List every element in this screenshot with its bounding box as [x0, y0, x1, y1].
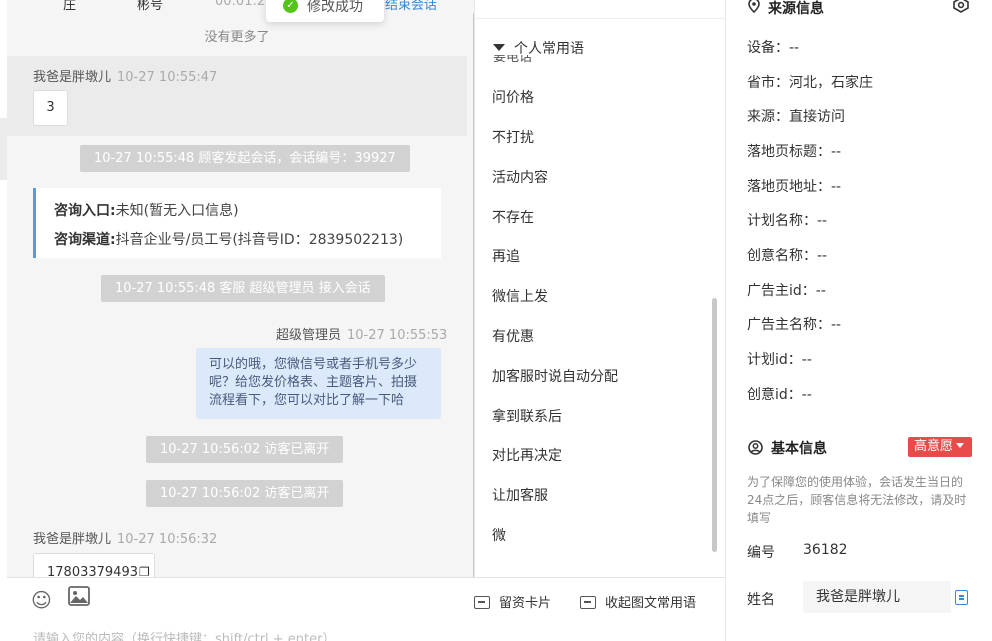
- consult-entry-value: 未知(暂无入口信息): [115, 203, 239, 219]
- sender-name: 我爸是胖墩儿: [33, 70, 112, 85]
- common-phrases-panel: 要电话 个人常用语 问价格 不打扰 活动内容 不存在 再追 微信上发 有优惠 加…: [474, 0, 726, 577]
- lead-card-label: 留资卡片: [499, 596, 552, 611]
- message-input[interactable]: 请输入您的内容（换行快捷键：shift/ctrl + enter）: [33, 628, 336, 641]
- agent-message-line: 可以的哦，您微信号或者手机号多少: [209, 357, 418, 372]
- message-icon: [580, 596, 596, 609]
- edit-hint-text: 为了保障您的使用体验，会话发生当日的24点之后，顾客信息将无法修改，请及时填写: [747, 475, 967, 525]
- caret-down-icon: [493, 44, 505, 51]
- session-duration-cut: 00:01:2: [215, 0, 266, 9]
- phrase-item[interactable]: 活动内容: [492, 167, 548, 187]
- visitor-message-bubble: 3: [33, 90, 68, 126]
- copy-icon[interactable]: ❐: [139, 565, 150, 577]
- message-time: 10-27 10:55:53: [347, 328, 448, 343]
- end-session-link[interactable]: 结束会话: [385, 0, 437, 13]
- plan-id-field: 计划id：--: [747, 352, 812, 368]
- no-more-messages: 没有更多了: [204, 30, 270, 45]
- plan-name-field: 计划名称：--: [747, 213, 828, 229]
- phrase-item[interactable]: 加客服时说自动分配: [492, 366, 618, 386]
- phrase-item[interactable]: 微信上发: [492, 286, 548, 306]
- card-icon: [474, 596, 490, 609]
- agent-message-line: 呢？给您发价格表、主题客片、拍摄: [209, 375, 418, 390]
- visitor-message-block: 我爸是胖墩儿 10-27 10:55:47 3: [7, 56, 467, 136]
- advertiser-name-field: 广告主名称：--: [747, 317, 842, 333]
- phone-number-text: 17803379493: [47, 565, 138, 577]
- collapse-phrases-button[interactable]: 收起图文常用语: [580, 592, 696, 611]
- landing-title-field: 落地页标题：--: [747, 144, 842, 160]
- consult-channel-label: 咨询渠道:: [54, 232, 116, 248]
- emoji-icon[interactable]: ☺: [31, 588, 52, 612]
- province-field: 省市：河北，石家庄: [747, 75, 873, 91]
- device-field: 设备：--: [747, 40, 800, 56]
- phrase-item[interactable]: 让加客服: [492, 485, 548, 505]
- consult-channel-row: 咨询渠道:抖音企业号/员工号(抖音号ID：2839502213): [54, 229, 403, 249]
- location-pin-icon: [748, 0, 760, 17]
- intent-level-text: 高意愿: [914, 439, 954, 454]
- check-circle-icon: ✓: [283, 0, 298, 13]
- session-account-cut: 彬号: [137, 0, 164, 13]
- chat-message-list[interactable]: 庄 彬号 00:01:2 结束会话 没有更多了 我爸是胖墩儿 10-27 10:5…: [7, 0, 474, 577]
- id-label: 编号: [747, 545, 775, 561]
- chat-left-strip: [0, 118, 7, 180]
- message-sender: 我爸是胖墩儿 10-27 10:55:47: [33, 66, 217, 85]
- id-value: 36182: [803, 542, 848, 558]
- consult-entry-row: 咨询入口:未知(暂无入口信息): [54, 200, 239, 220]
- source-info-title: 来源信息: [748, 0, 824, 18]
- lead-card-button[interactable]: 留资卡片: [474, 592, 551, 611]
- sender-name: 我爸是胖墩儿: [33, 532, 112, 547]
- message-time: 10-27 10:55:47: [117, 70, 218, 85]
- phrase-item[interactable]: 有优惠: [492, 326, 534, 346]
- phrase-item[interactable]: 拿到联系后: [492, 406, 562, 426]
- landing-url-field: 落地页地址：--: [747, 179, 842, 195]
- phrase-item[interactable]: 对比再决定: [492, 445, 562, 465]
- success-toast: ✓ 修改成功: [266, 0, 384, 22]
- system-message: 10-27 10:55:48 客服 超级管理员 接入会话: [101, 275, 385, 302]
- system-message: 10-27 10:56:02 访客已离开: [146, 436, 344, 463]
- consult-info-card: 咨询入口:未知(暂无入口信息) 咨询渠道:抖音企业号/员工号(抖音号ID：283…: [33, 188, 441, 258]
- intent-level-dropdown[interactable]: 高意愿: [908, 437, 972, 457]
- image-icon[interactable]: [68, 586, 90, 611]
- system-message: 10-27 10:56:02 访客已离开: [146, 480, 344, 507]
- agent-message-sender: 超级管理员 10-27 10:55:53: [276, 324, 447, 343]
- name-label: 姓名: [747, 592, 775, 608]
- toast-text: 修改成功: [307, 0, 363, 15]
- basic-info-title: 基本信息: [748, 438, 827, 458]
- creative-id-field: 创意id：--: [747, 387, 812, 403]
- phrases-scrollbar[interactable]: [712, 298, 717, 552]
- sender-name: 超级管理员: [276, 328, 342, 343]
- agent-message-line: 流程看下，您可以对比了解一下哈: [209, 393, 405, 408]
- source-field: 来源：直接访问: [747, 109, 845, 125]
- customer-info-panel: 来源信息 设备：-- 省市：河北，石家庄 来源：直接访问 落地页标题：-- 落地…: [725, 0, 992, 641]
- divider: [475, 18, 726, 19]
- session-header-cut: 庄 彬号 00:01:2 结束会话: [7, 0, 474, 13]
- collapse-phrases-label: 收起图文常用语: [605, 596, 697, 611]
- copy-icon[interactable]: [955, 590, 968, 605]
- phrase-item[interactable]: 不打扰: [492, 127, 534, 147]
- visitor-message-bubble: 17803379493❐: [33, 553, 155, 577]
- phrase-item[interactable]: 问价格: [492, 87, 534, 107]
- advertiser-id-field: 广告主id：--: [747, 283, 826, 299]
- eye-settings-icon[interactable]: [952, 0, 970, 17]
- phrase-group-title: 个人常用语: [514, 41, 584, 57]
- phrase-item[interactable]: 微: [492, 525, 506, 545]
- phrase-item[interactable]: 不存在: [492, 207, 534, 227]
- name-input[interactable]: 我爸是胖墩儿: [803, 581, 951, 613]
- creative-name-field: 创意名称：--: [747, 248, 828, 264]
- session-name-cut: 庄: [63, 0, 77, 13]
- user-circle-icon: [748, 440, 763, 457]
- chat-panel: 庄 彬号 00:01:2 结束会话 没有更多了 我爸是胖墩儿 10-27 10:5…: [0, 0, 474, 641]
- consult-channel-value: 抖音企业号/员工号(抖音号ID：2839502213): [115, 232, 404, 248]
- message-sender: 我爸是胖墩儿 10-27 10:56:32: [33, 528, 217, 547]
- message-input-bar: ☺ 留资卡片 收起图文常用语 请输入您的内容（换行快捷键：shift/ctrl …: [7, 577, 725, 641]
- phrase-group-toggle[interactable]: 个人常用语: [493, 38, 584, 58]
- system-message: 10-27 10:55:48 顾客发起会话，会话编号：39927: [80, 145, 410, 172]
- caret-down-icon: [956, 443, 965, 448]
- source-info-title-text: 来源信息: [768, 1, 824, 17]
- consult-entry-label: 咨询入口:: [54, 203, 116, 219]
- agent-message-bubble: 可以的哦，您微信号或者手机号多少 呢？给您发价格表、主题客片、拍摄 流程看下，您…: [196, 348, 441, 419]
- message-time: 10-27 10:56:32: [117, 532, 218, 547]
- basic-info-title-text: 基本信息: [771, 441, 827, 457]
- phrase-item[interactable]: 再追: [492, 246, 520, 266]
